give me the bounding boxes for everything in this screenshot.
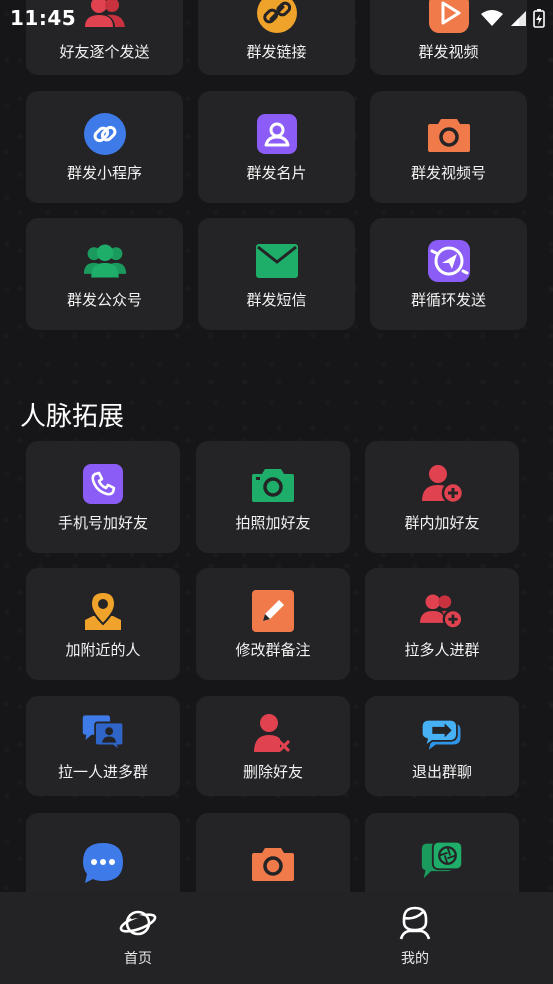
tile-mass-mini-program[interactable]: 群发小程序 — [26, 91, 183, 203]
camera-icon — [251, 841, 295, 885]
phone-icon — [81, 462, 125, 506]
tile-label: 退出群聊 — [411, 762, 472, 781]
tile-group-cycle-send[interactable]: 群循环发送 — [370, 218, 527, 330]
signal-icon — [511, 11, 526, 26]
nav-label-mine: 我的 — [401, 951, 429, 967]
tile-label: 拍照加好友 — [235, 513, 311, 532]
tile-label: 群发视频号 — [410, 163, 486, 182]
tile-exit-group-chat[interactable]: 退出群聊 — [365, 696, 519, 796]
tile-add-by-phone[interactable]: 手机号加好友 — [26, 441, 180, 553]
tile-add-in-group[interactable]: 群内加好友 — [365, 441, 519, 553]
user-add-icon — [420, 462, 464, 506]
tile-label: 群发短信 — [246, 290, 307, 309]
tile-label: 群内加好友 — [404, 513, 480, 532]
tile-edit-group-remark[interactable]: 修改群备注 — [196, 568, 350, 680]
envelope-icon — [255, 239, 299, 283]
nav-item-mine[interactable]: 我的 — [355, 906, 475, 968]
status-bar: 11:45 — [0, 0, 553, 38]
battery-icon — [533, 9, 545, 28]
tile-label: 群发公众号 — [66, 290, 142, 309]
tile-label: 群发名片 — [246, 163, 307, 182]
camera-icon — [251, 462, 295, 506]
tile-mass-contact-card[interactable]: 群发名片 — [198, 91, 355, 203]
tile-label: 群循环发送 — [410, 290, 486, 309]
exit-chat-icon — [420, 711, 464, 755]
cycle-send-icon — [427, 239, 471, 283]
section-title-network: 人脉拓展 — [20, 402, 125, 432]
tile-label: 加附近的人 — [65, 640, 141, 659]
mini-program-icon — [83, 112, 127, 156]
chat-user-icon — [81, 711, 125, 755]
tile-pull-many-into-group[interactable]: 拉多人进群 — [365, 568, 519, 680]
status-time: 11:45 — [10, 6, 77, 30]
tile-mass-official-account[interactable]: 群发公众号 — [26, 218, 183, 330]
status-icons — [481, 8, 545, 28]
nav-label-home: 首页 — [124, 951, 152, 967]
tile-label: 删除好友 — [242, 762, 303, 781]
chat-bubble-dots-icon — [81, 841, 125, 885]
tile-pull-one-into-many[interactable]: 拉一人进多群 — [26, 696, 180, 796]
app-screen: 11:45 好友逐个发送 群发链接 群发视频 群发小程序 群发名片 群发视频号 … — [0, 0, 553, 984]
wifi-icon — [481, 10, 503, 26]
edit-pencil-icon — [251, 589, 295, 633]
tile-label: 修改群备注 — [235, 640, 311, 659]
users-add-icon — [420, 589, 464, 633]
nav-item-home[interactable]: 首页 — [78, 906, 198, 968]
location-pin-icon — [81, 589, 125, 633]
tile-add-by-photo[interactable]: 拍照加好友 — [196, 441, 350, 553]
tile-add-nearby[interactable]: 加附近的人 — [26, 568, 180, 680]
tile-label: 拉多人进群 — [404, 640, 480, 659]
profile-icon — [399, 906, 431, 940]
tile-label: 群发视频 — [418, 43, 479, 61]
official-account-icon — [83, 239, 127, 283]
camera-icon — [427, 112, 471, 156]
chat-shutter-icon — [420, 839, 464, 883]
tile-label: 好友逐个发送 — [59, 43, 150, 61]
tile-mass-sms[interactable]: 群发短信 — [198, 218, 355, 330]
planet-icon — [119, 910, 157, 936]
user-remove-icon — [251, 711, 295, 755]
tile-label: 拉一人进多群 — [57, 762, 148, 781]
contact-card-icon — [255, 112, 299, 156]
tile-label: 手机号加好友 — [57, 513, 148, 532]
tile-label: 群发链接 — [246, 43, 307, 61]
tile-mass-video-account[interactable]: 群发视频号 — [370, 91, 527, 203]
tile-label: 群发小程序 — [66, 163, 142, 182]
tile-delete-friend[interactable]: 删除好友 — [196, 696, 350, 796]
bottom-nav: 首页 我的 — [0, 892, 553, 984]
